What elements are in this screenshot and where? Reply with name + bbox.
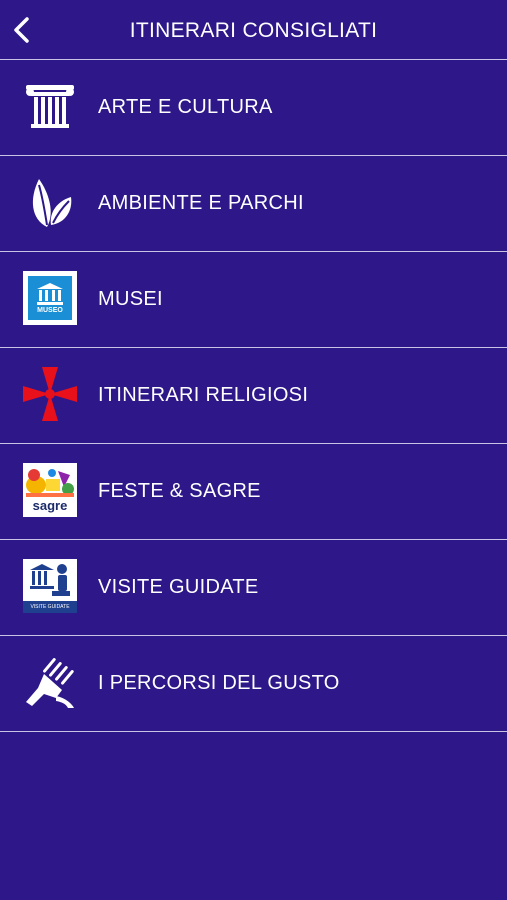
- menu-item-label: AMBIENTE E PARCHI: [98, 192, 304, 214]
- menu-list: ARTE E CULTURA AMBIENTE E PARCHI MUSEO M…: [0, 60, 507, 732]
- red-cross-icon: [22, 366, 78, 422]
- fork-hand-icon: [22, 654, 78, 710]
- guided-tour-badge-text: VISITE GUIDATE: [23, 601, 77, 613]
- menu-item-i-percorsi-del-gusto[interactable]: I PERCORSI DEL GUSTO: [0, 636, 507, 732]
- menu-item-visite-guidate[interactable]: VISITE GUIDATE VISITE GUIDATE: [0, 540, 507, 636]
- menu-item-itinerari-religiosi[interactable]: ITINERARI RELIGIOSI: [0, 348, 507, 444]
- page-title: ITINERARI CONSIGLIATI: [129, 19, 378, 42]
- menu-item-label: VISITE GUIDATE: [98, 576, 259, 598]
- leaves-icon: [22, 174, 78, 230]
- museum-badge-icon: MUSEO: [22, 270, 78, 326]
- festival-badge-icon: sagre: [22, 462, 78, 518]
- menu-item-label: I PERCORSI DEL GUSTO: [98, 672, 340, 694]
- festival-badge-text: sagre: [32, 498, 68, 513]
- museum-badge-text: MUSEO: [37, 307, 63, 314]
- menu-item-label: ITINERARI RELIGIOSI: [98, 384, 309, 406]
- app-header: ITINERARI CONSIGLIATI: [0, 0, 507, 60]
- menu-item-label: MUSEI: [98, 288, 163, 310]
- guided-tour-badge-icon: VISITE GUIDATE: [22, 558, 78, 614]
- column-icon: [22, 78, 78, 134]
- menu-item-arte-e-cultura[interactable]: ARTE E CULTURA: [0, 60, 507, 156]
- menu-item-ambiente-e-parchi[interactable]: AMBIENTE E PARCHI: [0, 156, 507, 252]
- menu-item-label: ARTE E CULTURA: [98, 96, 273, 118]
- menu-item-feste-e-sagre[interactable]: sagre FESTE & SAGRE: [0, 444, 507, 540]
- menu-item-label: FESTE & SAGRE: [98, 480, 261, 502]
- menu-item-musei[interactable]: MUSEO MUSEI: [0, 252, 507, 348]
